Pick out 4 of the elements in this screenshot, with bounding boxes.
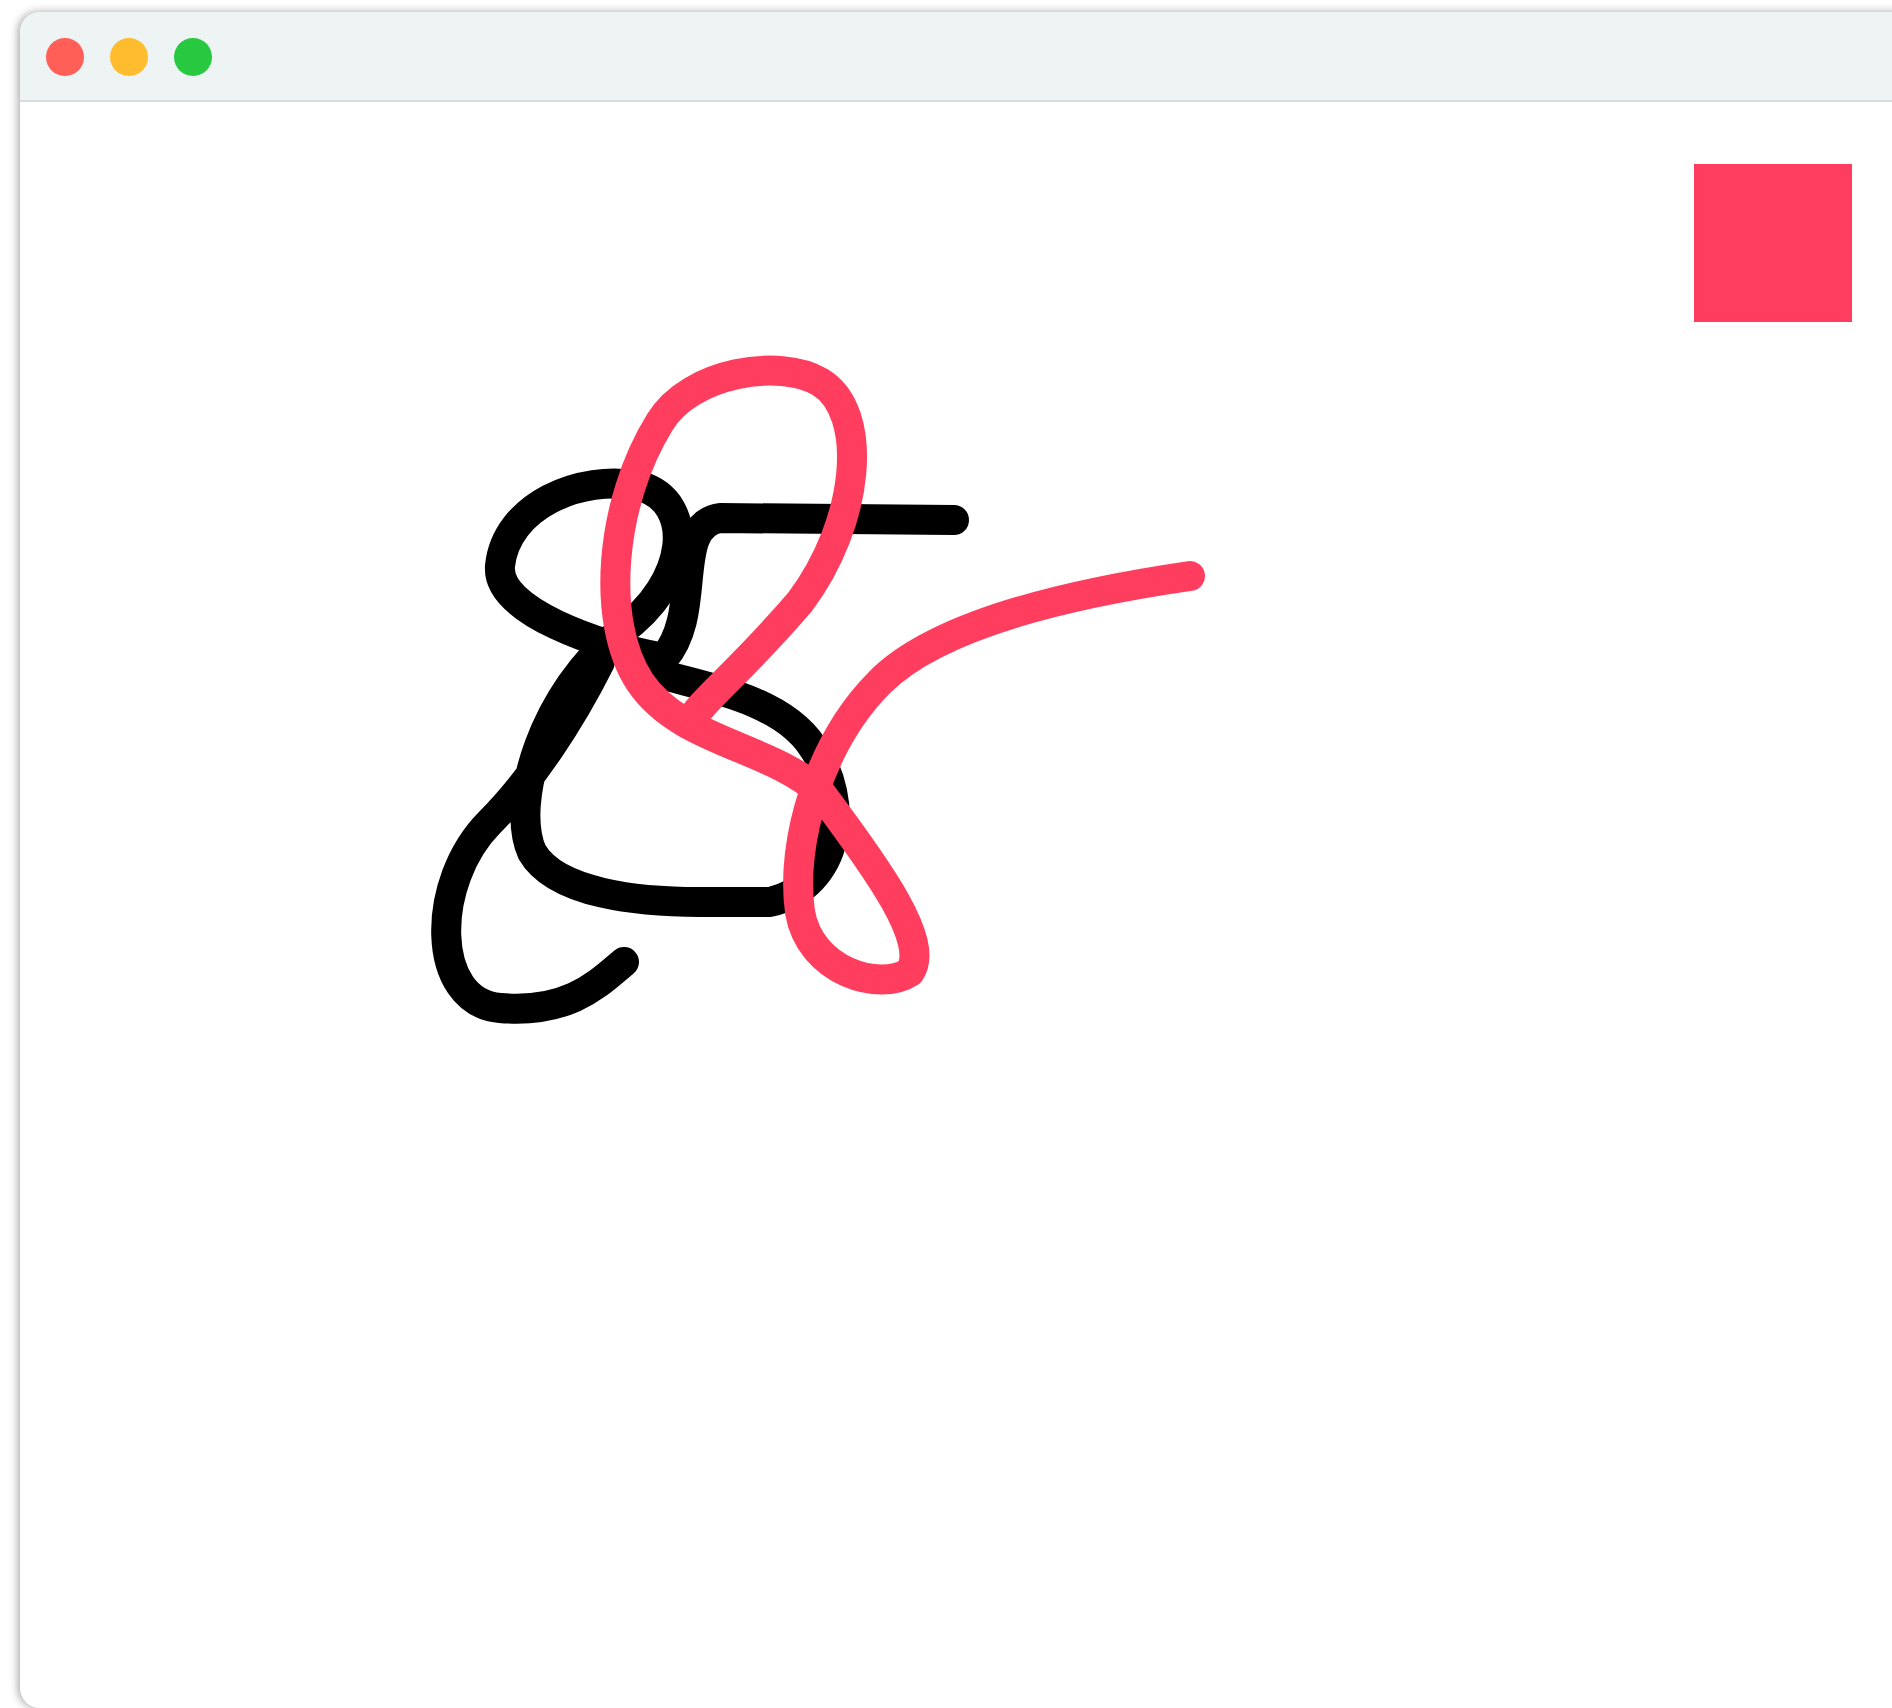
minimize-button[interactable]	[110, 37, 148, 75]
color-swatch[interactable]	[1694, 164, 1852, 322]
close-button[interactable]	[46, 37, 84, 75]
zoom-button[interactable]	[174, 37, 212, 75]
